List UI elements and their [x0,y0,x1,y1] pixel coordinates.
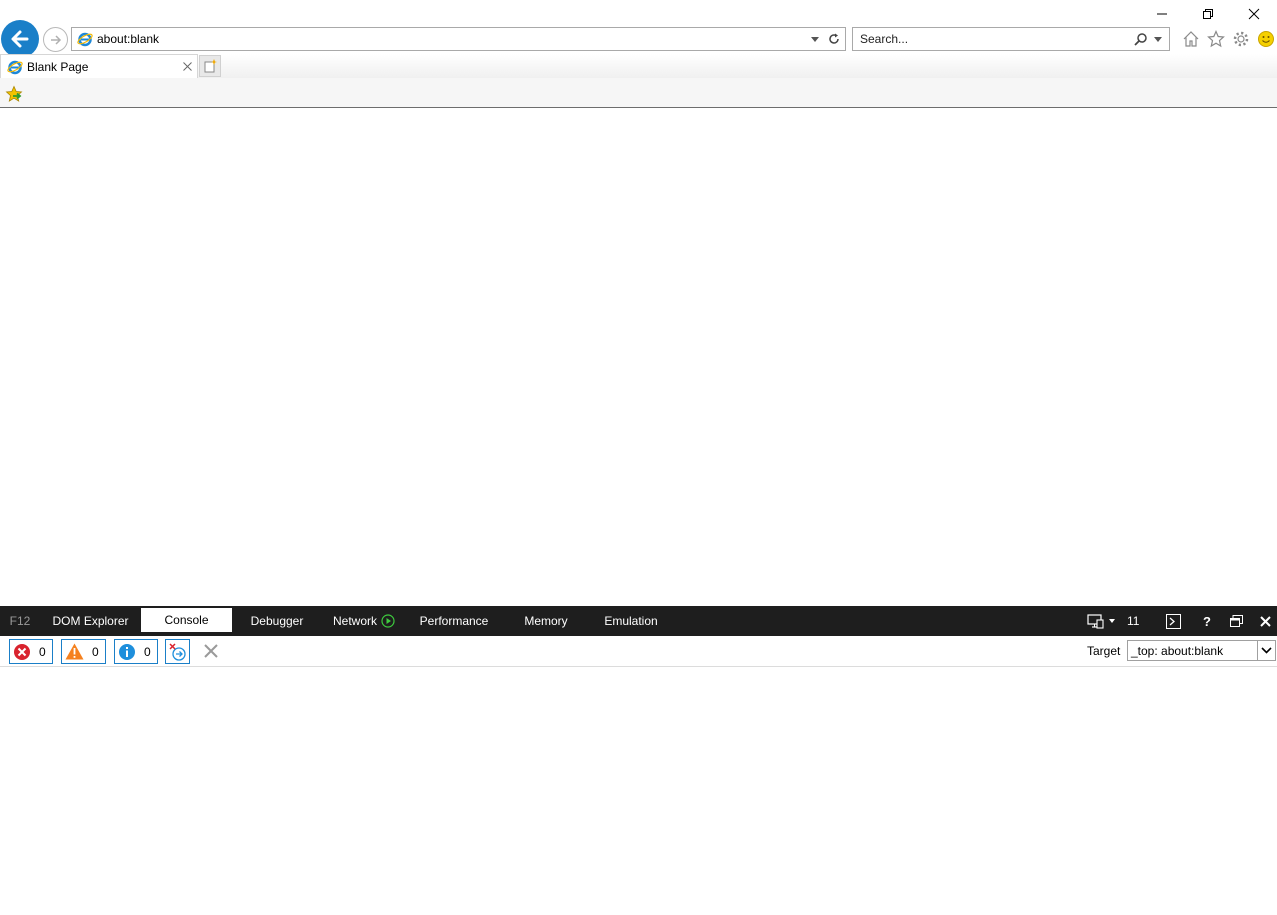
dropdown-icon [1154,36,1162,42]
gear-icon [1233,31,1248,46]
tab-network[interactable]: Network [322,606,406,636]
address-url[interactable]: about:blank [97,32,807,46]
clear-icon [204,644,218,658]
tab-dom-explorer[interactable]: DOM Explorer [40,606,141,636]
tab-console[interactable]: Console [141,608,232,632]
info-icon [119,643,135,660]
help-icon: ? [1203,613,1211,629]
chevron-down-icon [1261,647,1272,654]
monitor-icon [1087,614,1104,629]
search-input[interactable]: Search... [860,32,1129,46]
f12-label: F12 [9,614,31,628]
search-dropdown-button[interactable] [1151,36,1165,42]
console-toggle-button[interactable] [1166,606,1181,636]
close-tab-button[interactable] [177,62,197,71]
tab-network-label: Network [332,614,377,628]
console-prompt-icon [1166,613,1181,629]
dropdown-icon [811,36,819,42]
address-bar[interactable]: about:blank [71,27,846,51]
target-select-value: _top: about:blank [1131,643,1224,658]
error-icon [14,643,30,660]
error-count: 0 [39,644,46,659]
tab-emulation[interactable]: Emulation [590,606,672,636]
refresh-button[interactable] [823,33,845,45]
forward-arrow-icon [50,34,61,45]
warning-count: 0 [92,644,99,659]
message-count: 0 [144,644,151,659]
warning-icon [65,643,84,660]
back-arrow-icon [11,30,29,48]
favorites-bar [0,78,1277,108]
dropdown-icon [1109,619,1115,623]
new-tab-button[interactable] [199,55,221,77]
toolbar-icons [1180,28,1276,49]
restore-button[interactable] [1185,2,1231,26]
ie-logo-icon [7,60,23,74]
smiley-feedback-icon [1257,30,1274,47]
tab-strip: Blank Page [0,54,1277,78]
clear-on-navigate-icon [168,642,186,661]
tools-button[interactable] [1230,28,1251,49]
devtools-tab-bar: F12 DOM Explorer Console Debugger Networ… [0,606,1277,636]
record-play-icon [381,614,395,628]
favorites-star-icon [1206,29,1225,47]
target-dropdown-button[interactable] [1257,641,1275,660]
feedback-button[interactable] [1255,28,1276,49]
undock-button[interactable] [1230,606,1243,636]
add-favorite-icon[interactable] [5,85,23,103]
refresh-icon [829,33,839,44]
search-icon [1133,32,1147,46]
help-button[interactable]: ? [1203,606,1211,636]
clear-console-button[interactable] [203,643,219,662]
close-devtools-button[interactable] [1260,606,1271,636]
page-content [0,108,1277,606]
tab-title: Blank Page [27,59,89,74]
target-select[interactable]: _top: about:blank [1127,640,1276,661]
close-icon [182,62,192,71]
target-label: Target [1087,644,1121,658]
home-button[interactable] [1180,28,1201,49]
minimize-icon [1157,13,1167,15]
ie-logo-icon [77,32,93,47]
developer-tools-panel: F12 DOM Explorer Console Debugger Networ… [0,606,1277,915]
errors-filter-button[interactable]: 0 [9,639,53,664]
minimize-button[interactable] [1139,2,1185,26]
search-button[interactable] [1129,32,1151,46]
tab-performance[interactable]: Performance [406,606,502,636]
home-icon [1183,31,1198,47]
document-mode-value: 11 [1127,614,1140,628]
browser-chrome: about:blank Search... Blank Page [0,0,1277,108]
close-window-button[interactable] [1231,2,1277,26]
window-controls [1139,2,1277,26]
tab-debugger[interactable]: Debugger [232,606,322,636]
forward-button[interactable] [43,27,68,52]
search-box[interactable]: Search... [852,27,1170,51]
address-dropdown-button[interactable] [807,36,823,42]
clear-on-navigate-button[interactable] [165,639,190,664]
restore-icon [1203,9,1213,19]
document-mode-button[interactable]: 11 [1087,606,1139,636]
favorites-button[interactable] [1205,28,1226,49]
tab-blank-page[interactable]: Blank Page [0,54,198,78]
messages-filter-button[interactable]: 0 [114,639,158,664]
tab-memory[interactable]: Memory [502,606,590,636]
console-toolbar: 0 0 0 Target _top: about:blank [0,636,1277,667]
undock-icon [1230,615,1243,627]
back-button[interactable] [1,20,39,58]
close-icon [1248,8,1260,20]
new-tab-icon [204,59,217,73]
close-icon [1260,615,1271,627]
warnings-filter-button[interactable]: 0 [61,639,106,664]
